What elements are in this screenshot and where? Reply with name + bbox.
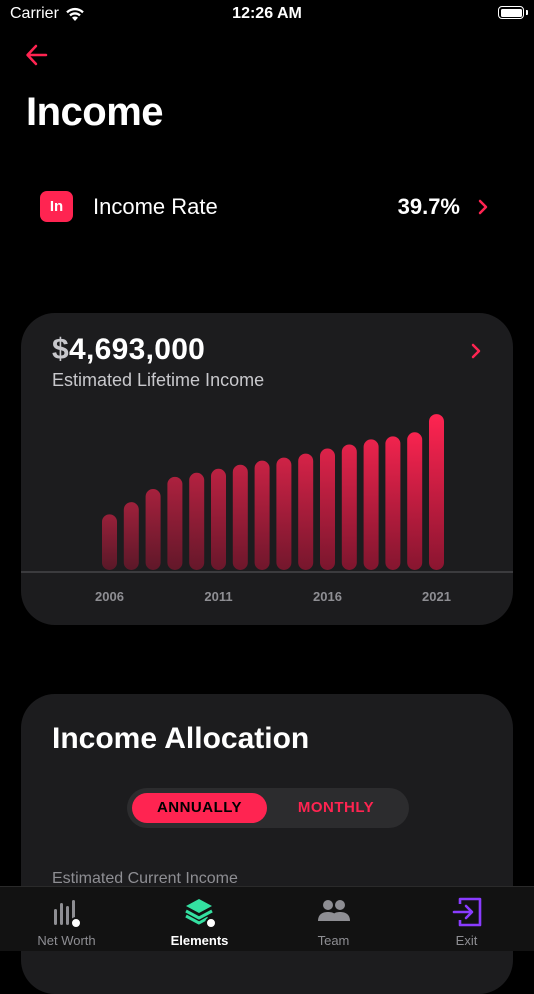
chart-bar-2009 [167, 476, 183, 570]
chart-tick-label: 2006 [95, 589, 124, 604]
status-time: 12:26 AM [232, 5, 302, 22]
tab-label: Team [317, 933, 350, 948]
battery-cap [526, 10, 528, 15]
chart-bar-2020 [407, 432, 423, 570]
chart-tick-label: 2021 [422, 589, 451, 604]
tab-elements[interactable]: Elements [133, 887, 266, 951]
chart-bar-2013 [254, 460, 270, 570]
chart-bar-2016 [320, 448, 335, 570]
chart-tick-label: 2016 [313, 589, 342, 604]
chart-bar-2006 [102, 514, 117, 570]
lifetime-income-card[interactable]: 2006 2011 2016 2021 $4,693,000 Estimated Li… [21, 313, 513, 625]
tab-net-worth[interactable]: Net Worth [0, 887, 133, 951]
arrow-left-icon [26, 44, 48, 66]
allocation-title: Income Allocation [52, 722, 310, 755]
exit-icon [452, 897, 481, 927]
chart-tick-label: 2011 [204, 589, 232, 604]
income-rate-row[interactable]: In Income Rate 39.7% [40, 188, 500, 228]
tab-exit[interactable]: Exit [400, 887, 533, 951]
lifetime-amount-value: 4,693,000 [69, 333, 206, 366]
lifetime-income-caption: Estimated Lifetime Income [52, 370, 265, 390]
team-icon [317, 900, 350, 921]
chart-bar-2019 [385, 436, 401, 570]
chart-bar-2007 [123, 502, 139, 570]
chart-bar-2010 [189, 472, 205, 570]
lifetime-income-amount: $4,693,000 [52, 333, 205, 367]
page-title: Income [26, 90, 164, 134]
status-bar: Carrier 12:26 AM [0, 0, 534, 28]
period-toggle: ANNUALLY MONTHLY [127, 788, 409, 828]
chart-bar-2011 [211, 468, 226, 570]
chart-bar-2017 [341, 444, 357, 570]
chevron-right-icon [478, 199, 488, 215]
chart-bar-2014 [276, 457, 292, 570]
back-button[interactable] [24, 42, 50, 68]
tab-label: Elements [170, 933, 229, 948]
chart-bar-2012 [232, 464, 248, 570]
chevron-right-icon[interactable] [469, 341, 483, 361]
income-rate-value: 39.7% [397, 194, 460, 219]
currency-symbol: $ [52, 333, 69, 366]
net-worth-chart-icon [53, 900, 82, 929]
tab-label: Exit [455, 933, 478, 948]
chart-bar-2008 [145, 489, 161, 570]
tab-team[interactable]: Team [267, 887, 400, 951]
monthly-option[interactable]: MONTHLY [268, 793, 404, 823]
layers-icon [184, 899, 217, 929]
annually-option[interactable]: ANNUALLY [132, 793, 267, 823]
chart-bar-2021 [429, 414, 444, 570]
chart-bar-2018 [363, 439, 379, 570]
tab-bar: Net Worth Elements Team Exit [0, 886, 534, 951]
income-rate-badge: In [40, 191, 73, 222]
income-rate-label: Income Rate [93, 194, 218, 219]
chart-bar-2015 [298, 453, 314, 570]
tab-label: Net Worth [37, 933, 96, 948]
battery-icon [498, 6, 524, 19]
